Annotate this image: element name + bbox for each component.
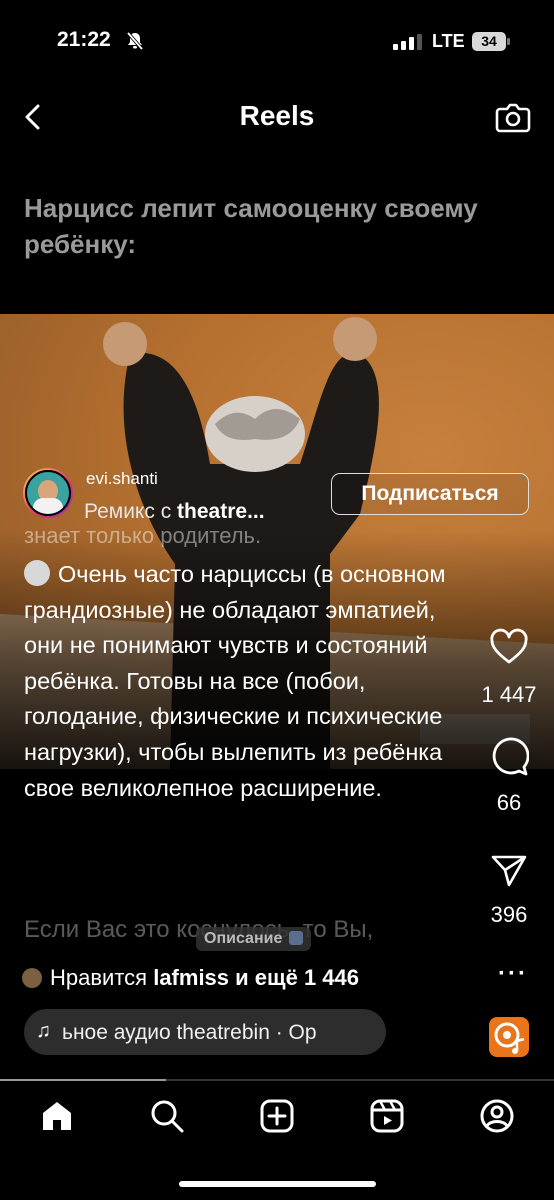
caption-text[interactable]: Очень часто нарциссы (в основном грандио… [24, 557, 464, 806]
signal-icon [393, 34, 422, 50]
comments-count[interactable]: 66 [464, 790, 554, 816]
likes-count[interactable]: 1 447 [464, 682, 554, 708]
more-options-icon[interactable]: ··· [498, 960, 528, 988]
audio-title: ьное аудио theatrebin · Ор [62, 1021, 317, 1044]
status-time: 21:22 [57, 28, 111, 51]
caption-top-line: знает только родитель. [24, 527, 262, 547]
liker-username: lafmiss [153, 965, 230, 990]
like-heart-icon[interactable] [489, 628, 529, 668]
audio-pill[interactable]: ♫ ьное аудио theatrebin · Ор [24, 1009, 386, 1055]
home-indicator [179, 1181, 376, 1187]
share-send-icon[interactable] [489, 850, 529, 890]
liker-avatar [22, 968, 42, 988]
shares-count[interactable]: 396 [464, 902, 554, 928]
profile-icon[interactable] [479, 1098, 515, 1134]
comment-icon[interactable] [489, 737, 529, 777]
description-button[interactable]: Описание [196, 927, 311, 951]
bullet-icon [24, 560, 50, 586]
likes-summary[interactable]: Нравится lafmiss и ещё 1 446 [22, 965, 359, 991]
bell-muted-icon [126, 31, 144, 51]
audio-thumbnail[interactable] [489, 1017, 529, 1057]
create-icon[interactable] [259, 1098, 295, 1134]
reels-icon[interactable] [369, 1098, 405, 1134]
remix-prefix: Ремикс с [84, 500, 172, 523]
music-note-icon: ♫ [36, 1020, 51, 1042]
author-username[interactable]: evi.shanti [86, 469, 158, 489]
network-label: LTE [432, 31, 465, 51]
caption-body: Очень часто нарциссы (в основном грандио… [24, 561, 446, 801]
reel-headline: Нарцисс лепит самооценку своему ребёнку: [24, 193, 478, 259]
battery-level: 34 [481, 33, 497, 49]
video-progress-fill [0, 1079, 167, 1081]
author-avatar[interactable] [23, 468, 73, 518]
likes-prefix: Нравится [50, 965, 148, 990]
arrow-down-icon [288, 931, 303, 945]
likes-suffix: и ещё 1 446 [235, 965, 359, 990]
follow-button[interactable]: Подписаться [331, 473, 529, 515]
remix-source[interactable]: Ремикс с theatre... [84, 500, 265, 524]
remix-source-name: theatre... [177, 500, 265, 523]
search-icon[interactable] [149, 1098, 185, 1134]
home-icon[interactable] [39, 1098, 75, 1134]
page-title: Reels [239, 100, 315, 131]
description-label: Описание [204, 930, 283, 947]
audio-cover-icon [494, 1022, 525, 1054]
camera-icon[interactable] [494, 98, 532, 136]
battery-icon: 34 [472, 32, 512, 51]
